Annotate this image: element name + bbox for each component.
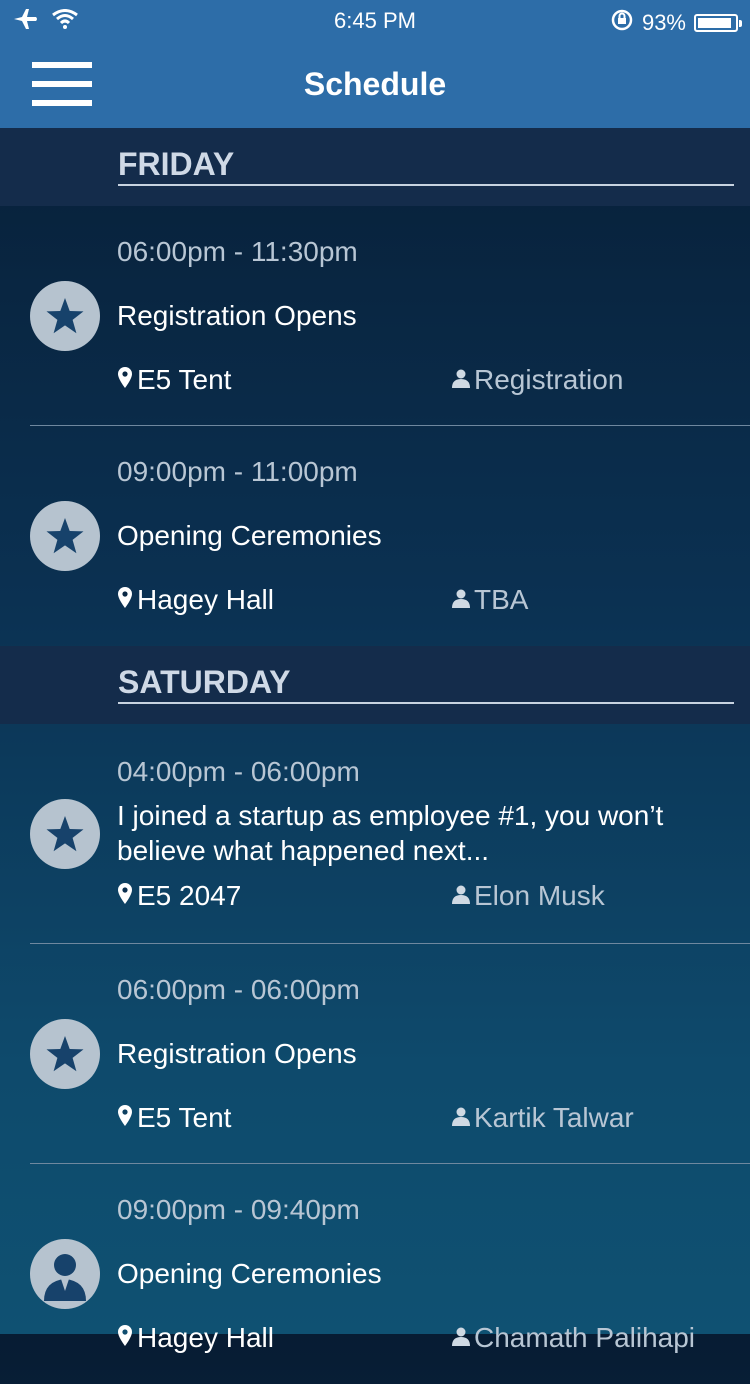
nav-bar: Schedule bbox=[0, 40, 750, 128]
event-location-text: Hagey Hall bbox=[137, 1322, 274, 1353]
battery-percent: 93% bbox=[641, 10, 686, 35]
event-speaker-text: Registration bbox=[474, 364, 624, 395]
event-speaker-text: Elon Musk bbox=[474, 880, 605, 911]
day-label: FRIDAY bbox=[118, 146, 235, 182]
event-row[interactable]: 04:00pm - 06:00pm I joined a startup as … bbox=[0, 724, 750, 944]
person-icon bbox=[452, 584, 470, 616]
event-location-text: E5 Tent bbox=[137, 364, 232, 395]
speaker-avatar-icon[interactable] bbox=[30, 1239, 100, 1309]
event-speaker-text: Kartik Talwar bbox=[474, 1102, 634, 1133]
event-location: E5 Tent bbox=[117, 364, 231, 396]
event-row[interactable]: 09:00pm - 09:40pm Opening Ceremonies Hag… bbox=[0, 1164, 750, 1384]
event-location-text: E5 Tent bbox=[137, 1102, 232, 1133]
event-location: Hagey Hall bbox=[117, 1322, 274, 1354]
event-row[interactable]: 09:00pm - 11:00pm Opening Ceremonies Hag… bbox=[0, 426, 750, 646]
star-icon[interactable] bbox=[30, 799, 100, 869]
day-underline bbox=[118, 184, 734, 186]
person-icon bbox=[452, 1102, 470, 1134]
event-speaker-text: TBA bbox=[474, 584, 529, 615]
battery-icon bbox=[694, 14, 742, 32]
day-header-friday: FRIDAY bbox=[0, 128, 750, 206]
location-pin-icon bbox=[117, 880, 133, 912]
event-time: 04:00pm - 06:00pm bbox=[117, 756, 360, 787]
event-time: 06:00pm - 06:00pm bbox=[117, 974, 360, 1005]
event-speaker: Chamath Palihapi bbox=[452, 1322, 695, 1354]
location-pin-icon bbox=[117, 1102, 133, 1134]
location-pin-icon bbox=[117, 1322, 133, 1354]
event-location: E5 Tent bbox=[117, 1102, 231, 1134]
event-time: 06:00pm - 11:30pm bbox=[117, 236, 358, 267]
person-icon bbox=[452, 880, 470, 912]
event-speaker-text: Chamath Palihapi bbox=[474, 1322, 696, 1353]
person-icon bbox=[452, 1322, 470, 1354]
event-speaker: TBA bbox=[452, 584, 528, 616]
event-time: 09:00pm - 09:40pm bbox=[117, 1194, 360, 1225]
event-title: Opening Ceremonies bbox=[117, 520, 382, 551]
day-label: SATURDAY bbox=[118, 664, 291, 700]
event-location: E5 2047 bbox=[117, 880, 241, 912]
event-location: Hagey Hall bbox=[117, 584, 274, 616]
event-speaker: Elon Musk bbox=[452, 880, 605, 912]
event-location-text: E5 2047 bbox=[137, 880, 242, 911]
event-row[interactable]: 06:00pm - 11:30pm Registration Opens E5 … bbox=[0, 206, 750, 426]
day-underline bbox=[118, 702, 734, 704]
page-title: Schedule bbox=[303, 66, 447, 102]
person-icon bbox=[452, 364, 470, 396]
star-icon[interactable] bbox=[30, 1019, 100, 1089]
status-bar: 6:45 PM 93% bbox=[0, 0, 750, 40]
event-title: Opening Ceremonies bbox=[117, 1258, 382, 1289]
star-icon[interactable] bbox=[30, 281, 100, 351]
event-title: I joined a startup as employee #1, you w… bbox=[117, 800, 664, 866]
event-time: 09:00pm - 11:00pm bbox=[117, 456, 358, 487]
star-icon[interactable] bbox=[30, 501, 100, 571]
day-header-saturday: SATURDAY bbox=[0, 646, 750, 724]
event-title: Registration Opens bbox=[117, 300, 357, 331]
event-row[interactable]: 06:00pm - 06:00pm Registration Opens E5 … bbox=[0, 944, 750, 1164]
location-pin-icon bbox=[117, 364, 133, 396]
event-title: Registration Opens bbox=[117, 1038, 357, 1069]
event-speaker: Registration bbox=[452, 364, 623, 396]
location-pin-icon bbox=[117, 584, 133, 616]
event-location-text: Hagey Hall bbox=[137, 584, 274, 615]
rotation-lock-icon bbox=[610, 8, 634, 38]
event-speaker: Kartik Talwar bbox=[452, 1102, 634, 1134]
